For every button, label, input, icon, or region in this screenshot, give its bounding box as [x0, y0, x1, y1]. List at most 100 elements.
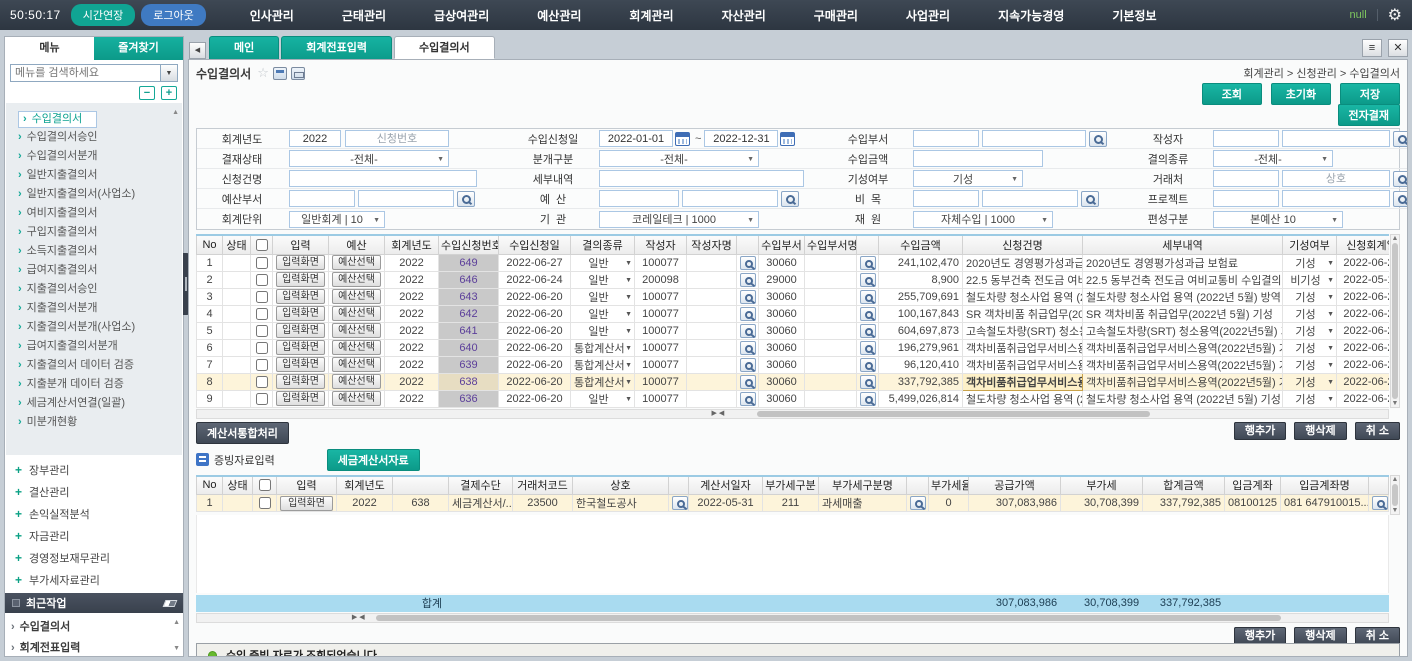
input-screen-button[interactable]: 입력화면: [276, 255, 325, 270]
cell-type-dropdown[interactable]: 일반▼: [571, 288, 635, 305]
income-row[interactable]: 4 입력화면 예산선택 2022 642 2022-06-20 일반▼ 1000…: [197, 305, 1390, 322]
calendar-icon[interactable]: [780, 132, 795, 146]
cell-title[interactable]: 객차비품취급업무서비스용...: [963, 356, 1083, 373]
vendor-name-input[interactable]: [1282, 170, 1390, 187]
cell-title[interactable]: 객차비품취급업무서비스용역: [963, 373, 1083, 390]
input-screen-button[interactable]: 입력화면: [276, 340, 325, 355]
tab-close-icon[interactable]: ✕: [1388, 39, 1408, 57]
search-icon[interactable]: [740, 273, 756, 287]
search-icon[interactable]: [740, 307, 756, 321]
income-amount-input[interactable]: [913, 150, 1043, 167]
search-icon[interactable]: [740, 324, 756, 338]
menu-group-item[interactable]: +장부관리: [15, 459, 183, 481]
cell-req-no[interactable]: 641: [439, 322, 499, 339]
request-title-input[interactable]: [289, 170, 477, 187]
budget-select-button[interactable]: 예산선택: [332, 255, 381, 270]
budget-dept-name-input[interactable]: [358, 190, 454, 207]
top-menu-item[interactable]: 예산관리: [537, 7, 581, 24]
budget-class-select[interactable]: 본예산 10▼: [1213, 211, 1343, 228]
search-icon[interactable]: [860, 358, 876, 372]
budget-select-button[interactable]: 예산선택: [332, 289, 381, 304]
menu-tree-item[interactable]: ›일반지출결의서: [18, 166, 168, 185]
input-screen-button[interactable]: 입력화면: [276, 306, 325, 321]
cell-completion-dropdown[interactable]: 기성▼: [1283, 356, 1337, 373]
top-menu-item[interactable]: 기본정보: [1112, 7, 1156, 24]
fund-source-select[interactable]: 자체수입 | 1000▼: [913, 211, 1053, 228]
sidebar-tab-menu[interactable]: 메뉴: [5, 37, 94, 60]
select-all-checkbox[interactable]: [256, 239, 268, 251]
search-dropdown-arrow-icon[interactable]: ▼: [160, 65, 177, 81]
menu-tree-item[interactable]: ›미분개현황: [18, 413, 168, 432]
budget-name-input[interactable]: [682, 190, 778, 207]
refresh-icon[interactable]: [291, 67, 305, 80]
query-button[interactable]: 조회: [1202, 83, 1262, 105]
menu-tree-item[interactable]: ›일반지출결의서(사업소): [18, 185, 168, 204]
evidence-grid-vscrollbar[interactable]: ▲▼: [1390, 475, 1400, 515]
cell-type-dropdown[interactable]: 일반▼: [571, 322, 635, 339]
budget-select-button[interactable]: 예산선택: [332, 306, 381, 321]
tab-scroll-left-icon[interactable]: ◀: [189, 42, 206, 59]
menu-tree-item[interactable]: ›지출결의서 데이터 검증: [18, 356, 168, 375]
budget-code-input[interactable]: [599, 190, 679, 207]
completion-select[interactable]: 기성▼: [913, 170, 1023, 187]
top-menu-item[interactable]: 자산관리: [722, 7, 766, 24]
menu-tree-item[interactable]: ›지출결의서승인: [18, 280, 168, 299]
cell-req-no[interactable]: 643: [439, 288, 499, 305]
search-icon[interactable]: [860, 273, 876, 287]
menu-tree-item[interactable]: ›급여지출결의서: [18, 261, 168, 280]
project-name-input[interactable]: [1282, 190, 1390, 207]
search-icon[interactable]: [1393, 131, 1408, 147]
row-checkbox[interactable]: [256, 376, 268, 388]
approval-status-select[interactable]: -전체-▼: [289, 150, 449, 167]
request-no-input[interactable]: [345, 130, 449, 147]
select-all-checkbox[interactable]: [259, 479, 271, 491]
top-menu-item[interactable]: 급상여관리: [434, 7, 489, 24]
reset-button[interactable]: 초기화: [1271, 83, 1331, 105]
search-icon[interactable]: [457, 191, 475, 207]
menu-tree-item[interactable]: ›수입결의서승인: [18, 128, 168, 147]
cell-type-dropdown[interactable]: 통합계산서▼: [571, 356, 635, 373]
search-icon[interactable]: [740, 341, 756, 355]
row-checkbox[interactable]: [256, 342, 268, 354]
income-grid-vscrollbar[interactable]: ▲▼: [1390, 234, 1400, 408]
date-to-input[interactable]: [704, 130, 778, 147]
search-icon[interactable]: [781, 191, 799, 207]
search-icon[interactable]: [860, 290, 876, 304]
cell-title[interactable]: SR 객차비품 취급업무(202...: [963, 305, 1083, 322]
recent-scroll-up-icon[interactable]: ▲: [173, 619, 180, 626]
menu-tree-item[interactable]: ›구입지출결의서: [18, 223, 168, 242]
top-menu-item[interactable]: 사업관리: [906, 7, 950, 24]
income-row[interactable]: 8 입력화면 예산선택 2022 638 2022-06-20 통합계산서▼ 1…: [197, 373, 1390, 390]
menu-tree-item[interactable]: ›소득지출결의서: [18, 242, 168, 261]
expense-item-name-input[interactable]: [982, 190, 1078, 207]
evidence-grid-hscrollbar[interactable]: ▶◀: [196, 613, 1389, 623]
menu-tree-item[interactable]: ›지출분개 데이터 검증: [18, 375, 168, 394]
row-add-button[interactable]: 행추가: [1234, 422, 1286, 440]
menu-group-item[interactable]: +부가세자료관리: [15, 569, 183, 591]
search-icon[interactable]: [910, 496, 926, 510]
invoice-merge-button[interactable]: 계산서통합처리: [196, 422, 289, 444]
input-screen-button[interactable]: 입력화면: [276, 357, 325, 372]
input-screen-button[interactable]: 입력화면: [276, 391, 325, 406]
row-checkbox[interactable]: [256, 325, 268, 337]
decision-type-select[interactable]: -전체-▼: [1213, 150, 1333, 167]
search-icon[interactable]: [860, 341, 876, 355]
cell-completion-dropdown[interactable]: 기성▼: [1283, 339, 1337, 356]
cell-req-no[interactable]: 649: [439, 254, 499, 271]
menu-tree-item[interactable]: ›수입결의서분개: [18, 147, 168, 166]
writer-name-input[interactable]: [1282, 130, 1390, 147]
cell-completion-dropdown[interactable]: 기성▼: [1283, 322, 1337, 339]
cell-completion-dropdown[interactable]: 기성▼: [1283, 390, 1337, 407]
input-screen-button[interactable]: 입력화면: [276, 289, 325, 304]
input-screen-button[interactable]: 입력화면: [276, 272, 325, 287]
menu-group-item[interactable]: +손익실적분석: [15, 503, 183, 525]
cell-completion-dropdown[interactable]: 비기성▼: [1283, 271, 1337, 288]
budget-select-button[interactable]: 예산선택: [332, 340, 381, 355]
agency-select[interactable]: 코레일테크 | 1000▼: [599, 211, 759, 228]
input-screen-button[interactable]: 입력화면: [280, 496, 333, 511]
search-icon[interactable]: [1393, 191, 1408, 207]
cell-type-dropdown[interactable]: 통합계산서▼: [571, 339, 635, 356]
row-checkbox[interactable]: [256, 274, 268, 286]
row-checkbox[interactable]: [256, 257, 268, 269]
search-icon[interactable]: [740, 256, 756, 270]
